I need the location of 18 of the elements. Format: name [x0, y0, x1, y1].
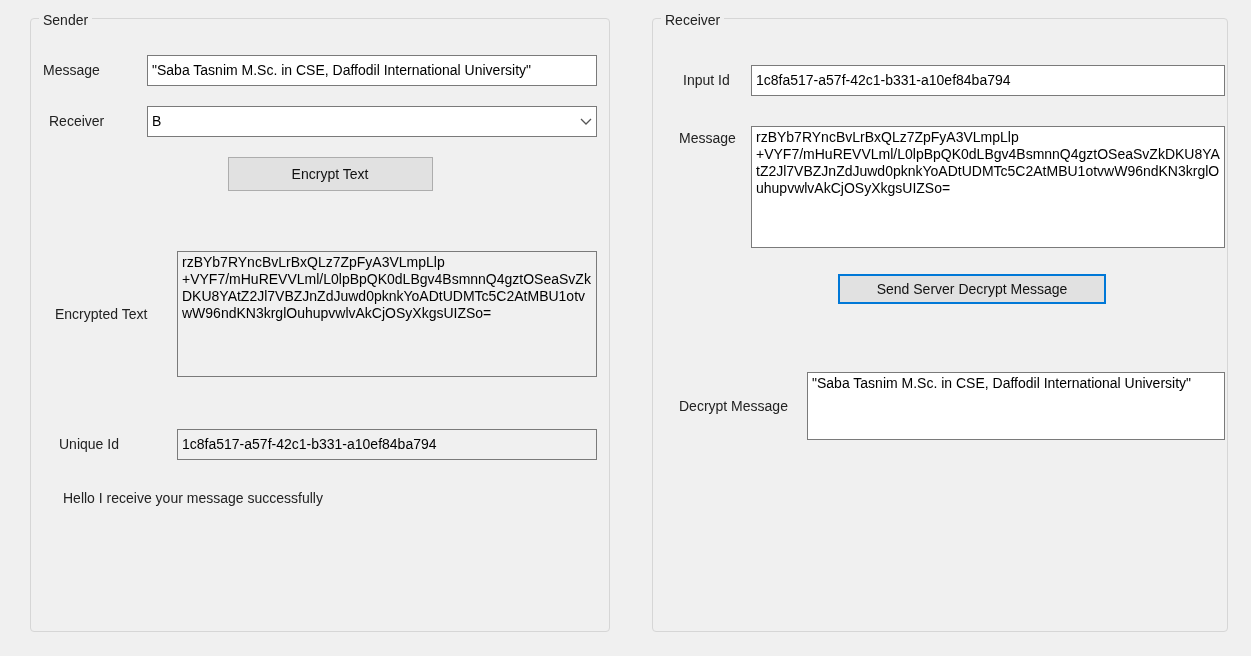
field-label: Decrypt Message	[679, 396, 789, 416]
field-label: Message	[679, 129, 737, 148]
message-field[interactable]: rzBYb7RYncBvLrBxQLz7ZpFyA3VLmpLlp +VYF7/mHuREVVLml/L0lpBpQK0dLBgv4BsmnnQ4gztOSeaSvZkDKU8YAtZ2Jl7VBZJnZdJuwd0pknkYoADtUDMTc5C2AtMBU1otvwW96ndKN3krglOuhupvwlvAkCjOSyXkgsUIZSo=	[751, 126, 1225, 248]
field-label: Encrypted Text	[54, 304, 149, 324]
chevron-down-icon	[580, 117, 592, 126]
receiver-dropdown[interactable]: B	[147, 106, 597, 137]
input-id-field[interactable]: 1c8fa517-a57f-42c1-b331-a10ef84ba794	[751, 65, 1225, 96]
encrypt-button[interactable]: Encrypt Text	[227, 157, 433, 191]
encrypted-text-field[interactable]: rzBYb7RYncBvLrBxQLz7ZpFyA3VLmpLlp +VYF7/mHuREVVLml/L0lpBpQK0dLBgv4BsmnnQ4gztOSeaSvZkDKU8YAtZ2Jl7VBZJnZdJuwd0pknkYoADtUDMTc5C2AtMBU1otvwW96ndKN3krglOuhupvwlvAkCjOSyXkgsUIZSo=	[177, 251, 597, 377]
message-field[interactable]: "Saba Tasnim M.Sc. in CSE, Daffodil International University"	[147, 55, 597, 86]
field-label: Message	[43, 61, 101, 80]
field-label: Unique Id	[58, 435, 120, 454]
unique-id-field[interactable]: 1c8fa517-a57f-42c1-b331-a10ef84ba794	[177, 429, 597, 460]
status-message: Hello I receive your message successfully	[62, 489, 324, 508]
decrypt-button[interactable]: Send Server Decrypt Message	[838, 274, 1106, 304]
field-label: Receiver	[48, 112, 106, 131]
decrypt-message-field[interactable]: "Saba Tasnim M.Sc. in CSE, Daffodil International University"	[807, 372, 1225, 440]
field-label: Input Id	[682, 71, 731, 90]
